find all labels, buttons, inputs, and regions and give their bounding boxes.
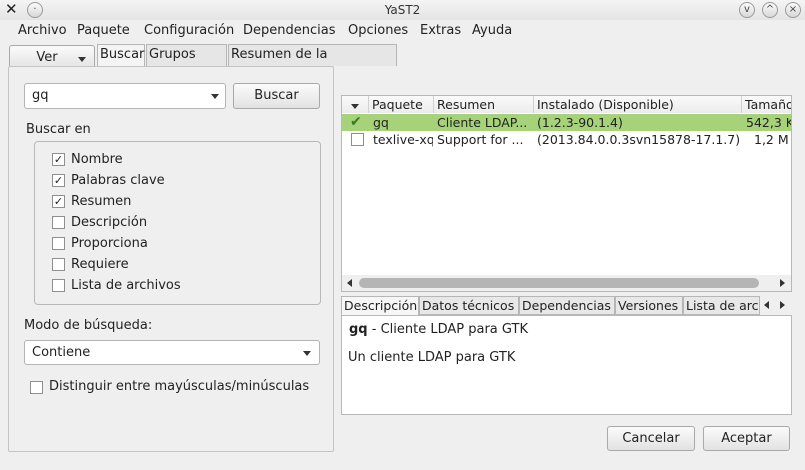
package-name: gq [349,322,368,337]
label-lista-archivos: Lista de archivos [71,278,181,293]
cell-package: gq [373,115,389,130]
cell-summary: Support for ... [437,132,524,147]
tab-scroll-left-icon[interactable] [764,301,769,309]
tab-scroll-right-icon[interactable] [780,301,785,309]
cell-installed: (2013.84.0.0.3svn15878-17.1.7) [537,132,741,147]
chevron-down-icon [303,351,311,356]
cell-package: texlive-xq [373,132,433,147]
package-summary: - Cliente LDAP para GTK [367,322,528,337]
package-description: Un cliente LDAP para GTK [348,350,516,365]
cell-installed: (1.2.3-90.1.4) [537,115,623,130]
checkbox-nombre[interactable]: ✓ [52,153,65,166]
cell-size: 542,3 K [746,115,792,130]
label-nombre: Nombre [71,152,123,167]
cell-summary: Cliente LDAP... [437,115,528,130]
search-mode-select[interactable]: Contiene [24,340,320,365]
search-mode-value: Contiene [32,345,91,360]
tab-buscar[interactable]: Buscar [97,44,145,66]
column-tamano[interactable]: Tamaño [742,96,791,113]
view-label: Ver [36,50,58,65]
scroll-right-icon[interactable] [780,279,785,287]
chevron-down-icon[interactable] [211,94,219,99]
cancel-button[interactable]: Cancelar [607,426,695,451]
close-button[interactable]: × [785,2,801,18]
menu-archivo[interactable]: Archivo [18,23,67,38]
tab-dependencias[interactable]: Dependencias [519,296,615,315]
menu-bar: Archivo Paquete Configuración Dependenci… [0,20,805,42]
check-installed-icon[interactable]: ✔ [350,114,362,131]
checkbox-resumen[interactable]: ✓ [52,195,65,208]
checkbox-proporciona[interactable] [52,237,65,250]
tab-datos-tecnicos[interactable]: Datos técnicos [419,296,519,315]
search-button[interactable]: Buscar [233,83,320,109]
title-bar: ✕ · YaST2 v ^ × [0,0,805,20]
checkbox-package[interactable] [351,133,364,146]
tab-lista-archivos[interactable]: Lista de arc [683,296,760,315]
menu-opciones[interactable]: Opciones [348,23,408,38]
column-status[interactable] [342,96,369,113]
minimize-button[interactable]: v [739,2,755,18]
checkbox-case-sensitive[interactable] [30,381,43,394]
tab-resumen-instalacion[interactable]: Resumen de la instalación [228,44,397,82]
description-panel: gq - Cliente LDAP para GTK Un cliente LD… [341,315,792,415]
column-paquete[interactable]: Paquete [369,96,434,113]
column-instalado[interactable]: Instalado (Disponible) [534,96,742,113]
package-title: gq - Cliente LDAP para GTK [349,322,528,337]
label-descripcion: Descripción [71,215,148,230]
label-case-sensitive: Distinguir entre mayúsculas/minúsculas [49,379,310,394]
table-row[interactable]: texlive-xq Support for ... (2013.84.0.0.… [342,131,791,148]
sort-desc-icon [351,104,359,109]
menu-paquete[interactable]: Paquete [77,23,130,38]
column-resumen[interactable]: Resumen [434,96,534,113]
maximize-button[interactable]: ^ [762,2,778,18]
label-resumen: Resumen [71,194,132,209]
label-requiere: Requiere [71,257,129,272]
window-title: YaST2 [384,3,421,17]
menu-configuracion[interactable]: Configuración [144,23,234,38]
accept-button[interactable]: Aceptar [703,426,790,451]
label-palabras-clave: Palabras clave [71,173,165,188]
scrollbar-thumb[interactable] [359,278,759,288]
checkbox-lista-archivos[interactable] [52,279,65,292]
menu-ayuda[interactable]: Ayuda [472,23,512,38]
package-table: Paquete Resumen Instalado (Disponible) T… [341,95,792,292]
search-input[interactable]: gq [24,83,226,109]
label-proporciona: Proporciona [71,236,148,251]
search-mode-label: Modo de búsqueda: [24,318,153,333]
table-row[interactable]: ✔ gq Cliente LDAP... (1.2.3-90.1.4) 542,… [342,114,792,131]
checkbox-palabras-clave[interactable]: ✓ [52,174,65,187]
search-in-label: Buscar en [26,122,91,137]
checkbox-requiere[interactable] [52,258,65,271]
horizontal-scrollbar[interactable] [342,275,791,291]
tab-descripcion[interactable]: Descripción [341,296,419,315]
tab-versiones[interactable]: Versiones [615,296,683,315]
cell-size: 1,2 M [754,132,789,147]
checkbox-descripcion[interactable] [52,216,65,229]
menu-dependencias[interactable]: Dependencias [243,23,336,38]
scroll-left-icon[interactable] [347,279,352,287]
menu-extras[interactable]: Extras [420,23,461,38]
tab-grupos-rpm[interactable]: Grupos RPM [146,44,227,82]
chevron-down-icon [78,57,86,62]
